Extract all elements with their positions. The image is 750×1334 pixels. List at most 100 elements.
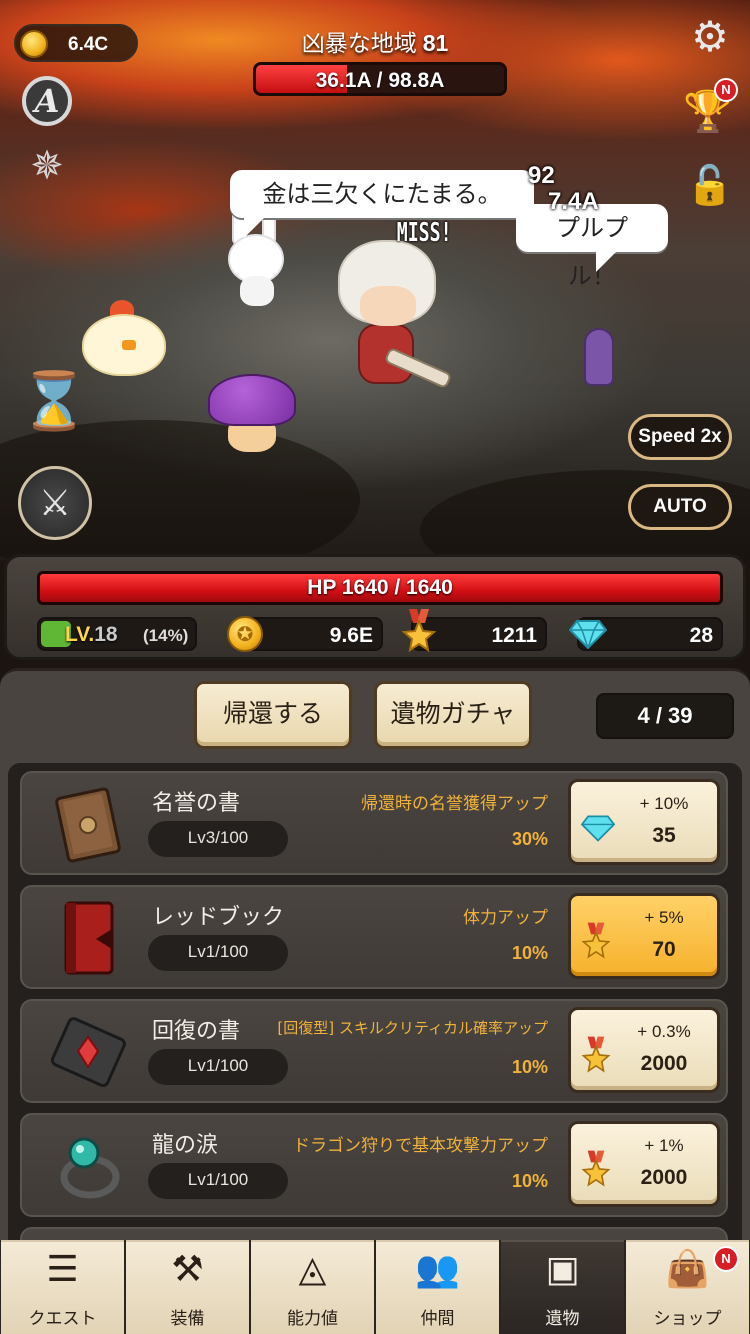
upgrade-percent: + 1%: [644, 1136, 684, 1155]
speed-button[interactable]: Speed 2x: [628, 414, 732, 460]
upgrade-cost: 70: [652, 938, 676, 961]
list-item: 龍の涙 Lv1/100 ドラゴン狩りで基本攻撃力アップ 10% + 1% 200…: [20, 1113, 728, 1217]
tab-label: 装備: [170, 1309, 205, 1329]
player-hp-text: HP 1640 / 1640: [307, 576, 453, 599]
tab-equipment[interactable]: ⚒ 装備: [126, 1240, 249, 1334]
relic-value: 30%: [511, 829, 548, 849]
equipment-icon: ⚒: [171, 1249, 204, 1290]
upgrade-cost: 2000: [640, 1052, 688, 1075]
upgrade-percent: + 5%: [644, 908, 684, 927]
miss-text: MISS!: [396, 218, 452, 248]
boss-hp-bar: 36.1A / 98.8A: [253, 62, 507, 96]
list-item: 回復の書 Lv1/100 [回復型] スキルクリティカル確率アップ 10% + …: [20, 999, 728, 1103]
level-number: 18: [94, 623, 118, 646]
upgrade-button[interactable]: + 0.3% 2000: [568, 1007, 720, 1093]
stats-triangle-icon: ◬: [298, 1249, 327, 1290]
relic-description: 帰還時の名誉獲得アップ: [361, 794, 548, 814]
relic-level: Lv1/100: [148, 1163, 288, 1199]
player-hp-bar: HP 1640 / 1640: [37, 571, 723, 605]
upgrade-cost: 35: [652, 824, 676, 847]
list-item: レッドブック Lv1/100 体力アップ 10% + 5% 70: [20, 885, 728, 989]
trophy-new-badge: N: [714, 78, 738, 102]
avengers-icon[interactable]: A: [22, 76, 72, 126]
mushroom-character: [208, 374, 296, 454]
tab-label: 仲間: [420, 1309, 455, 1329]
area-level: 81: [422, 30, 449, 56]
tab-label: 遺物: [545, 1309, 580, 1329]
relic-description: ドラゴン狩りで基本攻撃力アップ: [293, 1136, 548, 1156]
shop-new-badge: N: [713, 1246, 739, 1272]
relic-count: 4 / 39: [596, 693, 734, 739]
area-title: 凶暴な地域 81: [0, 24, 750, 58]
medal-box: 1211: [401, 609, 547, 653]
upgrade-button[interactable]: + 10% 35: [568, 779, 720, 865]
medal-icon: [401, 609, 437, 653]
relic-gacha-button[interactable]: 遺物ガチャ: [374, 681, 532, 749]
relic-list[interactable]: 名誉の書 Lv3/100 帰還時の名誉獲得アップ 30% + 10% 35 レッ…: [8, 763, 742, 1248]
damage-number: 7.4A: [548, 188, 599, 215]
tab-shop[interactable]: 👜 ショップ N: [626, 1240, 749, 1334]
tab-label: クエスト: [28, 1309, 97, 1329]
lock-icon[interactable]: 🔓: [686, 160, 733, 210]
damage-number: 92: [528, 162, 555, 189]
relic-chest-icon: ▣: [545, 1249, 580, 1290]
diamond-icon: [569, 620, 607, 649]
relic-value: 10%: [511, 943, 548, 963]
relic-panel: 帰還する 遺物ガチャ 4 / 39 名誉の書 Lv3/100 帰還時の名誉獲得ア…: [0, 668, 750, 1248]
ring-icon: [60, 1137, 120, 1199]
tab-quest[interactable]: ☰ クエスト: [1, 1240, 124, 1334]
upgrade-percent: + 10%: [639, 794, 689, 813]
relic-description: [回復型] スキルクリティカル確率アップ: [277, 1019, 548, 1037]
gem-value: 28: [689, 624, 713, 647]
medal-value: 1211: [491, 624, 537, 647]
badge-gear-icon[interactable]: ✵: [24, 140, 70, 192]
tab-label: 能力値: [287, 1309, 338, 1329]
battle-scene: 6.4C 凶暴な地域 81 36.1A / 98.8A A ✵ ⌛ ⚔ ⚙ 🏆 N…: [0, 0, 750, 560]
gem-box: 28: [569, 617, 723, 651]
upgrade-percent: + 0.3%: [637, 1022, 691, 1041]
relic-name: 龍の涙: [152, 1133, 219, 1158]
gold-value: 9.6E: [329, 624, 373, 647]
tab-companions[interactable]: 👥 仲間: [376, 1240, 499, 1334]
relic-value: 10%: [511, 1057, 548, 1077]
gold-coin-icon: ✪: [227, 616, 263, 652]
auto-button[interactable]: AUTO: [628, 484, 732, 530]
companions-icon: 👥: [415, 1249, 460, 1290]
chick-character: [82, 300, 170, 376]
crossed-swords-icon[interactable]: ⚔: [18, 466, 92, 540]
settings-gear-icon[interactable]: ⚙: [688, 12, 732, 61]
player-stats-panel: HP 1640 / 1640 LV.18 (14%) ✪ 9.6E 1211 2…: [4, 554, 746, 660]
hero-character: [338, 240, 453, 400]
xp-percent: (14%): [143, 626, 189, 645]
relic-level: Lv1/100: [148, 1049, 288, 1085]
relic-description: 体力アップ: [463, 908, 548, 928]
relic-level: Lv1/100: [148, 935, 288, 971]
red-book-icon: [64, 901, 114, 975]
brown-book-icon: [55, 787, 121, 863]
speech-bubble-left: 金は三欠くにたまる。: [230, 170, 534, 238]
boss-hp-text: 36.1A / 98.8A: [315, 69, 445, 92]
tab-label: ショップ: [653, 1309, 722, 1329]
gold-box: ✪ 9.6E: [227, 616, 383, 652]
bottom-nav: ☰ クエスト ⚒ 装備 ◬ 能力値 👥 仲間 ▣ 遺物 👜 ショップ N: [0, 1240, 750, 1334]
hourglass-icon[interactable]: ⌛: [19, 366, 89, 436]
tab-stats[interactable]: ◬ 能力値: [251, 1240, 374, 1334]
level-label: LV.18: [65, 623, 118, 647]
level-box: LV.18 (14%): [37, 617, 197, 651]
upgrade-button[interactable]: + 1% 2000: [568, 1121, 720, 1207]
relic-level: Lv3/100: [148, 821, 288, 857]
tab-relics[interactable]: ▣ 遺物: [501, 1240, 624, 1334]
area-name: 凶暴な地域: [301, 31, 417, 57]
gem-book-icon: [50, 1017, 126, 1088]
upgrade-button[interactable]: + 5% 70: [568, 893, 720, 979]
relic-name: 名誉の書: [152, 791, 241, 816]
list-item: 名誉の書 Lv3/100 帰還時の名誉獲得アップ 30% + 10% 35: [20, 771, 728, 875]
relic-name: 回復の書: [152, 1019, 241, 1044]
worm-enemy: [574, 328, 624, 386]
upgrade-cost: 2000: [640, 1166, 688, 1189]
relic-name: レッドブック: [152, 905, 285, 930]
relic-value: 10%: [511, 1171, 548, 1191]
level-prefix: LV.: [65, 623, 95, 646]
quest-list-icon: ☰: [46, 1249, 79, 1290]
return-button[interactable]: 帰還する: [194, 681, 352, 749]
